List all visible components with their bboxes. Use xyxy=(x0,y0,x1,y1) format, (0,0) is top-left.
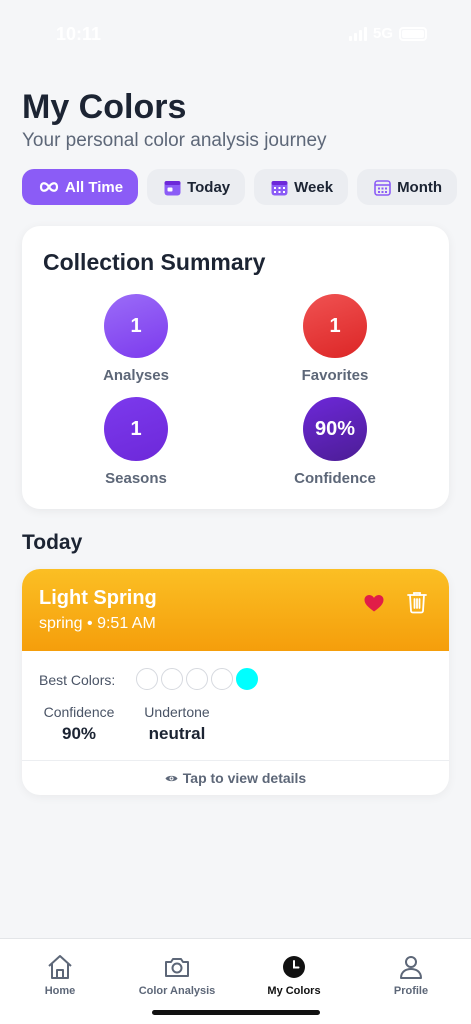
favorite-button[interactable] xyxy=(362,591,386,615)
tab-label: Color Analysis xyxy=(138,985,216,997)
filter-label: Month xyxy=(397,178,443,196)
undertone-metric: Undertone neutral xyxy=(140,704,214,744)
metric-value: 90% xyxy=(61,724,97,743)
calendar-icon xyxy=(164,179,181,196)
view-details-label: Tap to view details xyxy=(182,770,307,786)
meta-separator: • xyxy=(87,615,98,632)
analysis-card-header: Light Spring spring • 9:51 AM xyxy=(22,569,449,651)
delete-button[interactable] xyxy=(406,590,430,616)
tab-home[interactable]: Home xyxy=(0,953,120,997)
view-details-link[interactable]: Tap to view details xyxy=(22,770,449,786)
best-colors-label: Best Colors: xyxy=(39,672,116,688)
camera-icon xyxy=(117,953,237,981)
analysis-card[interactable]: Light Spring spring • 9:51 AM Best Color… xyxy=(22,569,449,795)
metric-value: neutral xyxy=(148,724,206,743)
stat-value: 1 xyxy=(303,294,367,358)
summary-title: Collection Summary xyxy=(43,249,266,275)
infinity-icon xyxy=(39,181,59,193)
color-swatch xyxy=(136,668,158,690)
section-heading-today: Today xyxy=(22,531,83,554)
filter-label: Week xyxy=(294,178,334,196)
signal-icon xyxy=(348,26,367,41)
collection-summary-card: Collection Summary 1 Analyses 1 Favorite… xyxy=(22,226,449,509)
stat-analyses: 1 Analyses xyxy=(56,294,216,384)
time-filter-bar: All Time Today Week Month xyxy=(22,169,458,205)
color-swatch xyxy=(211,668,233,690)
best-colors-swatches xyxy=(136,668,258,690)
stat-label: Analyses xyxy=(103,367,169,384)
stat-label: Confidence xyxy=(294,470,376,487)
metric-label: Confidence xyxy=(43,704,115,720)
clock-icon xyxy=(234,953,354,981)
tab-label: Profile xyxy=(393,985,429,997)
filter-label: Today xyxy=(187,178,231,196)
analysis-time: 9:51 AM xyxy=(97,615,156,632)
filter-label: All Time xyxy=(65,178,124,196)
analysis-meta: spring • 9:51 AM xyxy=(39,615,156,633)
color-swatch xyxy=(236,668,258,690)
tab-my-colors[interactable]: My Colors xyxy=(234,953,354,997)
filter-today[interactable]: Today xyxy=(147,169,246,205)
stat-value: 1 xyxy=(104,397,168,461)
stat-favorites: 1 Favorites xyxy=(255,294,415,384)
profile-icon xyxy=(351,953,471,981)
trash-icon xyxy=(406,592,428,618)
network-label: 5G xyxy=(372,25,393,42)
filter-week[interactable]: Week xyxy=(254,169,349,205)
tab-profile[interactable]: Profile xyxy=(351,953,471,997)
home-indicator xyxy=(152,1010,320,1015)
filter-month[interactable]: Month xyxy=(357,169,458,205)
status-indicators: 5G xyxy=(348,25,427,42)
color-swatch xyxy=(186,668,208,690)
status-time: 10:11 xyxy=(56,24,102,44)
page-subtitle: Your personal color analysis journey xyxy=(22,130,327,151)
tab-label: My Colors xyxy=(267,985,321,997)
season-name: Light Spring xyxy=(39,587,157,609)
season-type: spring xyxy=(39,615,83,632)
eye-icon xyxy=(165,770,178,786)
stat-label: Seasons xyxy=(105,470,167,487)
filter-all-time[interactable]: All Time xyxy=(22,169,139,205)
stat-seasons: 1 Seasons xyxy=(56,397,216,487)
home-icon xyxy=(0,953,120,981)
heart-icon xyxy=(362,595,386,619)
stat-label: Favorites xyxy=(301,367,369,384)
calendar-week-icon xyxy=(271,179,288,196)
status-bar: 10:11 5G xyxy=(0,0,471,60)
divider xyxy=(22,760,449,761)
tab-label: Home xyxy=(44,985,76,997)
page-title: My Colors xyxy=(22,88,187,126)
tab-color-analysis[interactable]: Color Analysis xyxy=(117,953,237,997)
stat-value: 1 xyxy=(104,294,168,358)
color-swatch xyxy=(161,668,183,690)
metric-label: Undertone xyxy=(144,704,210,720)
battery-icon xyxy=(399,26,427,41)
confidence-metric: Confidence 90% xyxy=(39,704,119,744)
stat-value: 90% xyxy=(303,397,367,461)
calendar-month-icon xyxy=(374,179,391,196)
stat-confidence: 90% Confidence xyxy=(255,397,415,487)
